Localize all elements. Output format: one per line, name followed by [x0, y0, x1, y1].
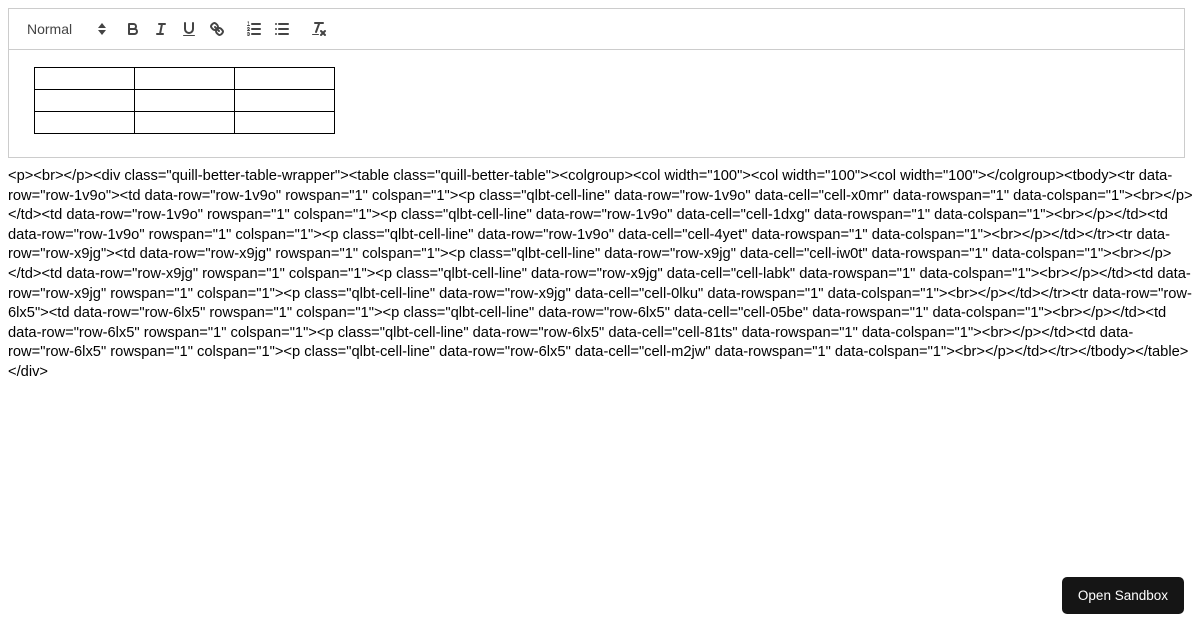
quill-better-table[interactable] [34, 67, 335, 134]
table-cell[interactable] [34, 111, 135, 134]
toolbar-group-inline [119, 17, 231, 41]
editor-toolbar: Normal [8, 8, 1185, 50]
toolbar-group-clean [305, 17, 333, 41]
open-sandbox-button[interactable]: Open Sandbox [1061, 576, 1184, 614]
link-icon [208, 20, 226, 38]
toolbar-group-lists [240, 17, 296, 41]
bullet-list-button[interactable] [268, 17, 296, 41]
editor-content-area[interactable] [8, 50, 1185, 158]
link-button[interactable] [203, 17, 231, 41]
table-row [34, 89, 335, 112]
bold-icon [124, 20, 142, 38]
table-cell[interactable] [34, 89, 135, 112]
table-cell[interactable] [134, 67, 235, 90]
table-cell[interactable] [134, 89, 235, 112]
table-cell[interactable] [34, 67, 135, 90]
table-cell[interactable] [234, 111, 335, 134]
table-wrapper [24, 67, 1169, 134]
rich-text-editor: Normal [8, 8, 1185, 158]
table-cell[interactable] [234, 89, 335, 112]
table-body [34, 67, 335, 134]
italic-button[interactable] [147, 17, 175, 41]
chevron-updown-icon [98, 22, 107, 36]
table-cell[interactable] [134, 111, 235, 134]
table-row [34, 67, 335, 90]
format-picker-label: Normal [27, 21, 73, 37]
list-ordered-icon [245, 20, 263, 38]
list-bullet-icon [273, 20, 291, 38]
bold-button[interactable] [119, 17, 147, 41]
underline-icon [180, 20, 198, 38]
ordered-list-button[interactable] [240, 17, 268, 41]
format-picker[interactable]: Normal [17, 17, 110, 41]
clear-format-button[interactable] [305, 17, 333, 41]
table-row [34, 111, 335, 134]
html-source-output: <p><br></p><div class="quill-better-tabl… [8, 168, 1193, 380]
underline-button[interactable] [175, 17, 203, 41]
italic-icon [152, 20, 170, 38]
clear-format-icon [310, 20, 328, 38]
table-cell[interactable] [234, 67, 335, 90]
